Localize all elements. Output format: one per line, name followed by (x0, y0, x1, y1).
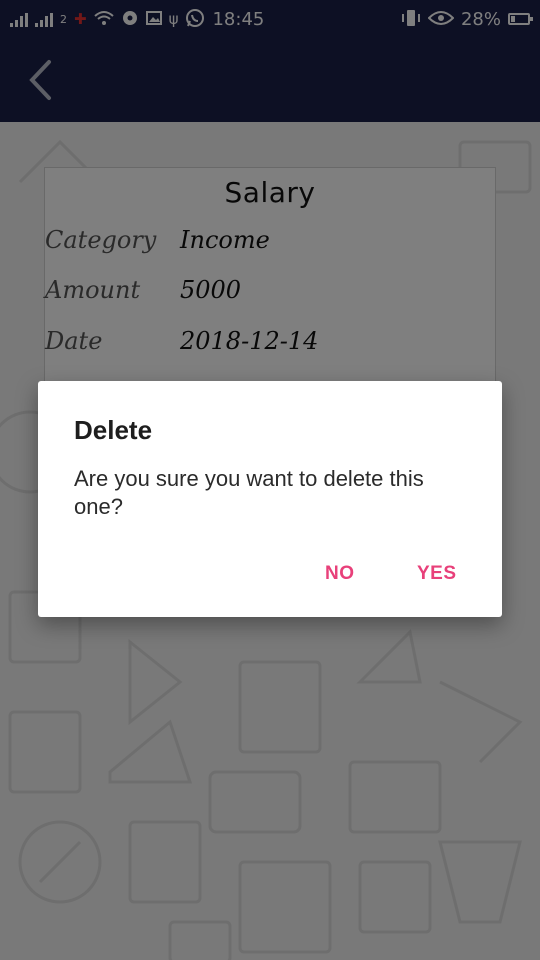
yes-button[interactable]: YES (417, 563, 457, 585)
delete-dialog: Delete Are you sure you want to delete t… (38, 381, 502, 617)
dialog-title: Delete (74, 415, 153, 445)
dialog-message: Are you sure you want to delete this one… (74, 466, 424, 519)
no-button[interactable]: NO (325, 563, 355, 585)
